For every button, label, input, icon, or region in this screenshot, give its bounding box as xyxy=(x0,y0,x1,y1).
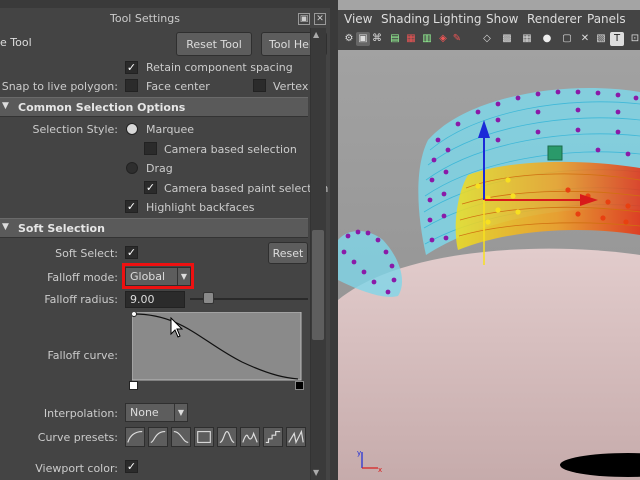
viewport-3d[interactable]: y x xyxy=(338,0,640,480)
shadows-icon[interactable]: ✕ xyxy=(578,32,592,46)
wireframe-icon[interactable]: ◇ xyxy=(480,32,494,46)
panel-top-strip xyxy=(0,0,330,8)
close-icon[interactable]: ✕ xyxy=(314,13,326,25)
curve-presets-label: Curve presets: xyxy=(37,431,118,444)
image-plane-icon[interactable]: ▤ xyxy=(388,32,402,46)
preset-linear-curve-icon[interactable] xyxy=(125,427,145,447)
camera-attributes-icon[interactable]: ▣ xyxy=(356,32,370,46)
axis-gizmo-icon: y x xyxy=(357,449,382,474)
falloff-radius-label: Falloff radius: xyxy=(44,293,118,306)
interpolation-value: None xyxy=(130,406,159,419)
viewport-color-checkbox[interactable]: ✓ xyxy=(125,460,138,473)
scroll-down-icon[interactable]: ▼ xyxy=(313,468,319,477)
curve-end-key[interactable] xyxy=(295,381,304,390)
falloff-curve-label: Falloff curve: xyxy=(47,349,118,362)
menu-shading[interactable]: Shading xyxy=(381,12,430,26)
soft-select-label: Soft Select: xyxy=(55,247,118,260)
bookmark-icon[interactable]: ⌘ xyxy=(370,32,384,46)
menu-view[interactable]: View xyxy=(344,12,372,26)
curve-start-key[interactable] xyxy=(129,381,138,390)
highlight-backfaces-label: Highlight backfaces xyxy=(146,201,255,214)
retain-spacing-label: Retain component spacing xyxy=(146,61,293,74)
grid-icon[interactable]: ▦ xyxy=(404,32,418,46)
retain-spacing-checkbox[interactable]: ✓ xyxy=(125,61,138,74)
preset-smooth-curve-icon[interactable] xyxy=(171,427,191,447)
soft-select-reset-button[interactable]: Reset xyxy=(268,242,308,264)
menu-show[interactable]: Show xyxy=(486,12,518,26)
scroll-up-icon[interactable]: ▲ xyxy=(313,30,319,39)
curve-presets-row xyxy=(125,427,311,449)
chevron-down-icon: ▼ xyxy=(173,404,184,421)
menu-lighting[interactable]: Lighting xyxy=(433,12,482,26)
panel-title: Tool Settings xyxy=(110,12,180,25)
field-chart-icon[interactable]: ✎ xyxy=(450,32,464,46)
highlight-backfaces-checkbox[interactable]: ✓ xyxy=(125,200,138,213)
lights-icon[interactable]: ▢ xyxy=(560,32,574,46)
falloff-radius-field[interactable]: 9.00 xyxy=(125,291,185,308)
preset-bell-curve-icon[interactable] xyxy=(217,427,237,447)
drag-radio[interactable] xyxy=(126,162,138,174)
panel-divider[interactable] xyxy=(330,0,338,480)
interpolation-dropdown[interactable]: None ▼ xyxy=(125,403,188,422)
vertex-label: Vertex xyxy=(273,80,309,93)
mouse-cursor-icon xyxy=(170,317,184,338)
soft-select-checkbox[interactable]: ✓ xyxy=(125,246,138,259)
preset-ease-curve-icon[interactable] xyxy=(148,427,168,447)
isolate-icon[interactable]: ⊡ xyxy=(628,32,640,46)
camera-select-icon[interactable]: ⚙ xyxy=(342,32,356,46)
svg-text:x: x xyxy=(378,466,382,474)
preset-ramp-curve-icon[interactable] xyxy=(286,427,306,447)
reset-tool-button[interactable]: Reset Tool xyxy=(176,32,252,56)
interpolation-label: Interpolation: xyxy=(43,407,118,420)
section-title: Common Selection Options xyxy=(18,101,186,114)
collapse-triangle-icon: ▼ xyxy=(2,222,9,232)
preset-wave-curve-icon[interactable] xyxy=(240,427,260,447)
camera-based-selection-checkbox[interactable] xyxy=(144,142,157,155)
face-center-label: Face center xyxy=(146,80,210,93)
camera-based-paint-label: Camera based paint selection xyxy=(164,182,329,195)
falloff-curve-graph[interactable] xyxy=(132,312,302,382)
text-icon[interactable]: T xyxy=(610,32,624,46)
resolution-gate-icon[interactable]: ◈ xyxy=(436,32,450,46)
drag-label: Drag xyxy=(146,162,173,175)
falloff-radius-slider-handle[interactable] xyxy=(203,292,214,304)
vertex-checkbox[interactable] xyxy=(253,79,266,92)
red-highlight-box xyxy=(122,263,194,289)
camera-based-paint-checkbox[interactable]: ✓ xyxy=(144,181,157,194)
textured-icon[interactable]: ● xyxy=(540,32,554,46)
soft-selection-section-header[interactable]: ▼ Soft Selection xyxy=(0,218,308,238)
camera-based-selection-label: Camera based selection xyxy=(164,143,297,156)
falloff-mode-label: Falloff mode: xyxy=(47,271,118,284)
preset-flat-curve-icon[interactable] xyxy=(194,427,214,447)
viewport-scene xyxy=(338,0,640,480)
collapse-triangle-icon: ▼ xyxy=(2,101,9,111)
film-gate-icon[interactable]: ▥ xyxy=(420,32,434,46)
section-title: Soft Selection xyxy=(18,222,105,235)
snap-label: Snap to live polygon: xyxy=(1,80,118,93)
scrollbar-thumb[interactable] xyxy=(312,230,324,340)
face-center-checkbox[interactable] xyxy=(125,79,138,92)
tool-name: e Tool xyxy=(0,36,32,49)
smooth-shade-icon[interactable]: ▩ xyxy=(500,32,514,46)
wireframe-on-shaded-icon[interactable]: ▦ xyxy=(520,32,534,46)
preset-step-curve-icon[interactable] xyxy=(263,427,283,447)
menu-panels[interactable]: Panels xyxy=(587,12,626,26)
marquee-label: Marquee xyxy=(146,123,195,136)
float-window-icon[interactable]: ▣ xyxy=(298,13,310,25)
menu-renderer[interactable]: Renderer xyxy=(527,12,582,26)
selection-style-label: Selection Style: xyxy=(32,123,118,136)
viewport-color-label: Viewport color: xyxy=(35,462,118,475)
marquee-radio[interactable] xyxy=(126,123,138,135)
tool-settings-panel: Tool Settings ▣ ✕ e Tool Reset Tool Tool… xyxy=(0,0,330,480)
xray-icon[interactable]: ▧ xyxy=(594,32,608,46)
common-selection-section-header[interactable]: ▼ Common Selection Options xyxy=(0,97,308,117)
svg-text:y: y xyxy=(357,449,361,457)
